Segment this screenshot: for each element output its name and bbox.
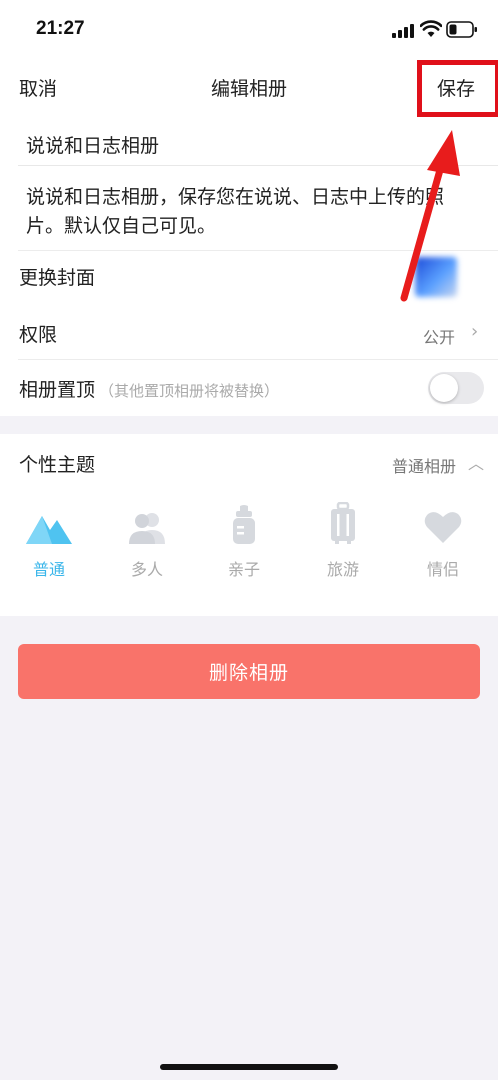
pin-hint: （其他置顶相册将被替换） [99,382,280,400]
baby-bottle-icon [233,505,255,544]
pin-label: 相册置顶 （其他置顶相册将被替换） [19,379,280,401]
theme-item-label: 旅游 [326,560,359,579]
chevron-up-icon[interactable]: ︿ [468,450,484,474]
signal-icon [392,24,414,38]
theme-item-parent-child[interactable]: 亲子 [214,505,274,580]
pin-toggle[interactable] [428,372,484,404]
theme-item-label: 普通 [32,560,65,579]
suitcase-icon [331,502,355,544]
theme-item-group[interactable]: 多人 [117,510,177,580]
permission-row[interactable]: 权限 公开 › [0,305,498,360]
theme-section: 个性主题 普通相册 ︿ 普通 多人 亲子 旅游 情侣 [0,434,498,616]
toggle-knob [430,374,458,402]
chevron-right-icon: › [471,321,479,342]
divider [18,165,498,166]
permission-label: 权限 [19,324,58,346]
permission-value: 公开 [423,328,456,347]
album-info-section: 说说和日志相册 说说和日志相册，保存您在说说、日志中上传的照片。默认仅自己可见。 [0,120,498,250]
mountain-icon [26,516,72,544]
heart-icon [424,512,462,543]
home-indicator [160,1064,338,1070]
theme-item-couple[interactable]: 情侣 [413,510,473,580]
cover-thumbnail [415,257,457,297]
theme-label: 个性主题 [19,454,96,476]
theme-item-label: 多人 [130,560,163,579]
album-name-field[interactable]: 说说和日志相册 [26,131,159,158]
theme-item-label: 情侣 [426,560,459,579]
battery-icon [446,21,477,38]
theme-value[interactable]: 普通相册 [392,453,456,477]
status-bar: 21:27 [0,0,498,58]
theme-item-normal[interactable]: 普通 [19,510,79,580]
delete-album-button[interactable]: 删除相册 [18,644,480,699]
theme-item-label: 亲子 [227,560,260,579]
theme-item-travel[interactable]: 旅游 [313,502,373,580]
save-highlight-box [417,60,498,117]
divider [18,250,498,251]
album-description-field[interactable]: 说说和日志相册，保存您在说说、日志中上传的照片。默认仅自己可见。 [26,183,476,241]
cover-label: 更换封面 [19,267,96,289]
cover-row[interactable]: 更换封面 [0,250,498,305]
people-icon [129,513,165,544]
status-time: 21:27 [36,18,85,39]
wifi-icon [420,20,442,37]
pin-row: 相册置顶 （其他置顶相册将被替换） [0,360,498,416]
